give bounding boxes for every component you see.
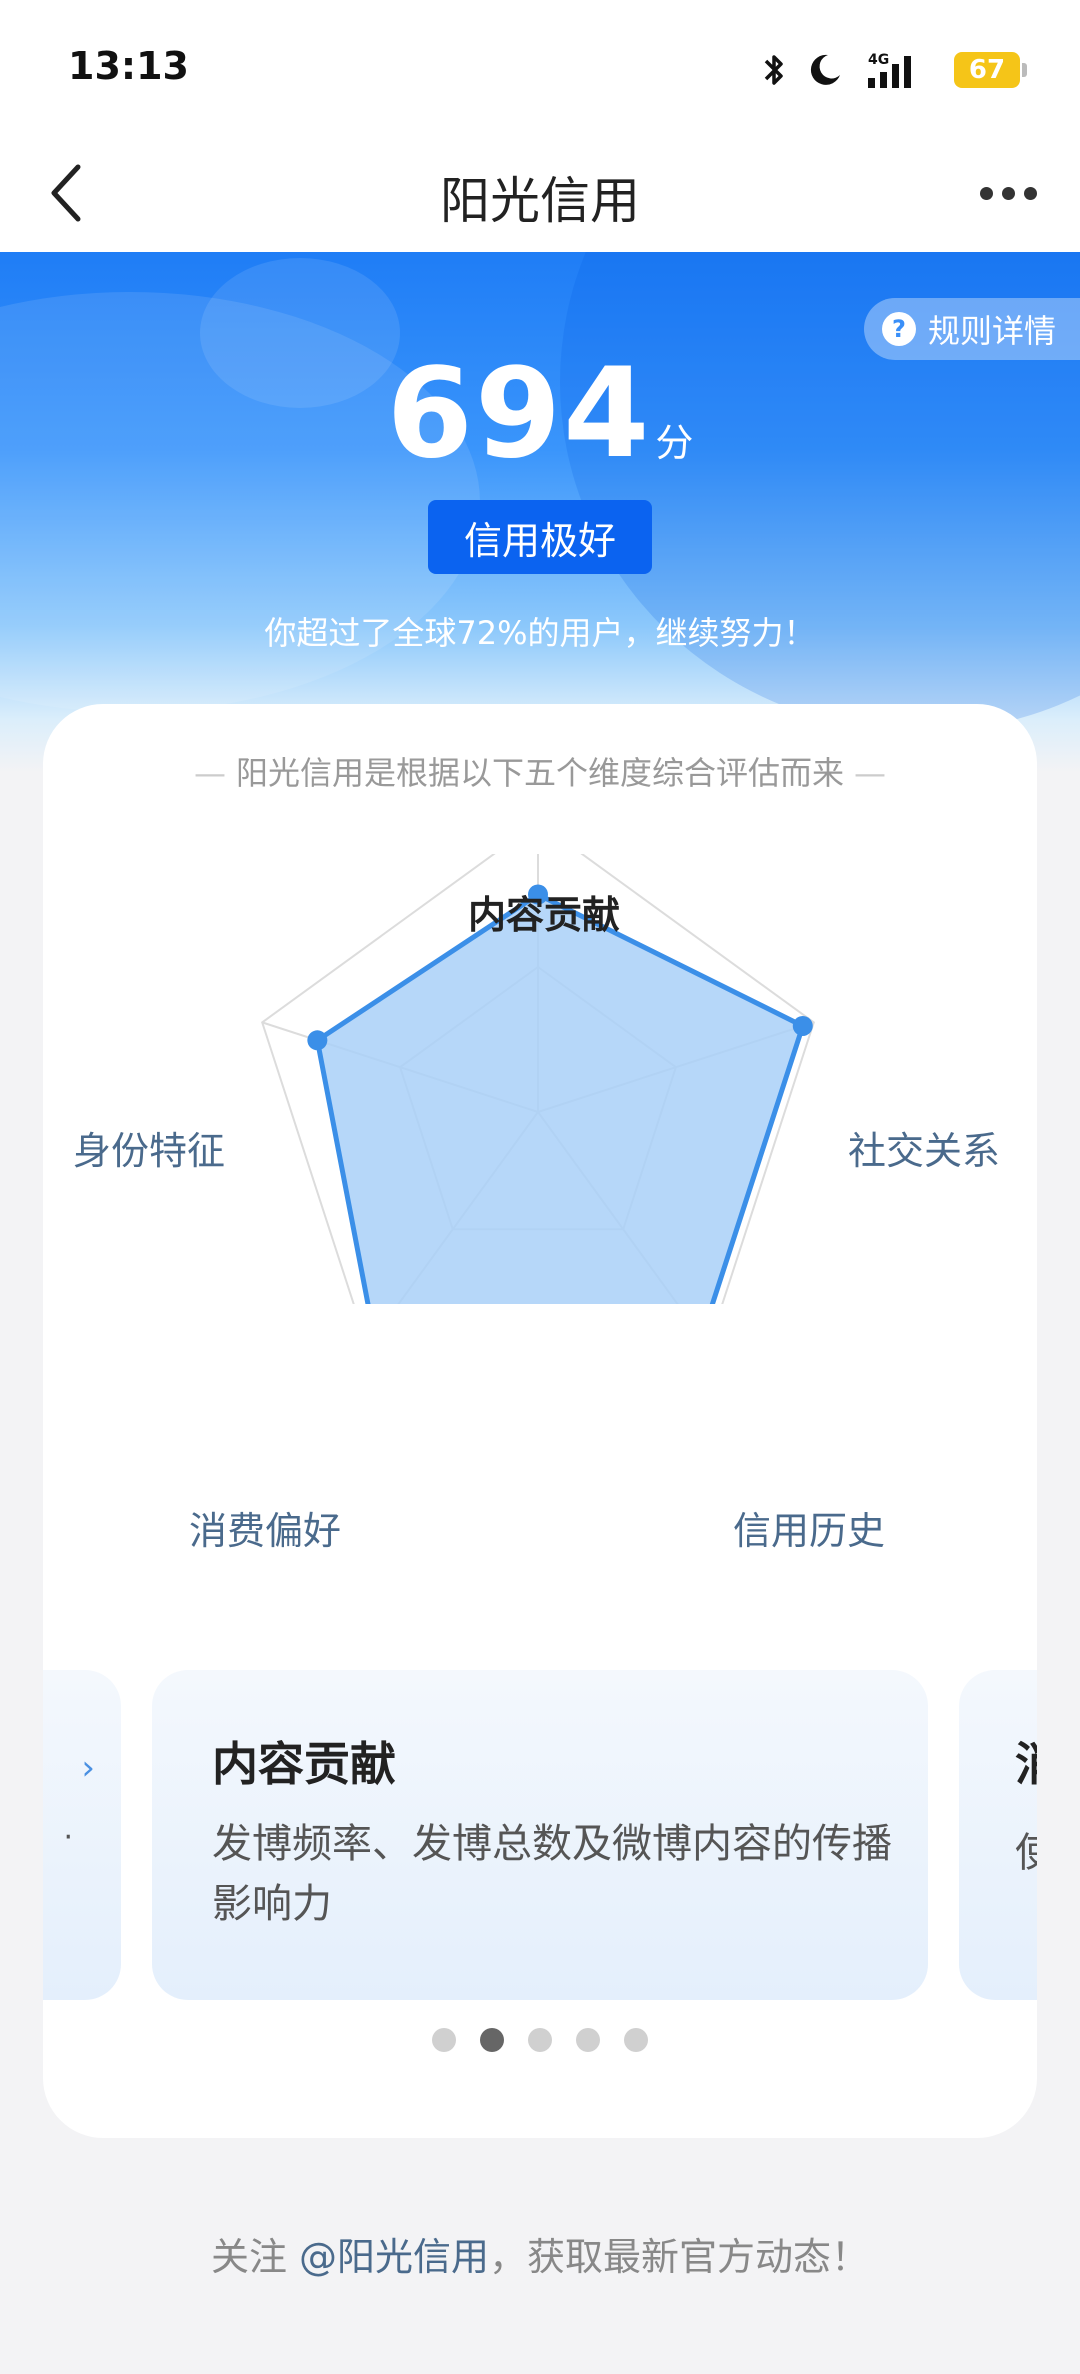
next-title-fragment: 消 [1015, 1728, 1037, 1794]
more-dot [1001, 186, 1015, 200]
signal-icon: 4G [868, 52, 911, 88]
radar-area [314, 892, 806, 1304]
page-title: 阳光信用 [440, 172, 640, 230]
footer-follow-text: 关注 @阳光信用，获取最新官方动态！ [0, 2226, 1080, 2281]
nav-bar: 阳光信用 [0, 135, 1080, 252]
radar-label-identity[interactable]: 身份特征 [73, 1120, 225, 1175]
footer-prefix: 关注 [210, 2235, 300, 2279]
dimension-title: 内容贡献 [212, 1737, 396, 1791]
prev-desc-fragment: · [63, 1820, 73, 1855]
radar-label-consumption[interactable]: 消费偏好 [189, 1500, 341, 1555]
next-desc-fragment: 使 [1015, 1830, 1037, 1876]
carousel-card-next[interactable]: 消 使 [959, 1670, 1037, 2000]
carousel-card-prev[interactable]: › · [43, 1670, 121, 2000]
more-button[interactable] [960, 155, 1056, 231]
card-subtitle: — 阳光信用是根据以下五个维度综合评估而来 — [193, 754, 886, 792]
question-icon: ? [882, 312, 916, 346]
pager-dot[interactable] [432, 2028, 456, 2052]
chevron-right-icon: › [81, 1748, 95, 1788]
credit-level-badge: 信用极好 [428, 500, 652, 574]
battery-icon: 67 [954, 52, 1027, 88]
carousel-card-current[interactable]: 内容贡献 发博频率、发博总数及微博内容的传播影响力 [152, 1670, 928, 2000]
official-account-link[interactable]: @阳光信用 [299, 2235, 489, 2279]
status-time: 13:13 [68, 44, 189, 88]
pager-dot[interactable] [528, 2028, 552, 2052]
radar-point [307, 1030, 328, 1051]
score-unit: 分 [655, 421, 694, 465]
more-dot [1023, 186, 1037, 200]
radar-label-social[interactable]: 社交关系 [848, 1120, 1000, 1175]
radar-label-content[interactable]: 内容贡献 [468, 884, 620, 939]
moon-icon [810, 54, 840, 85]
radar-point [792, 1015, 813, 1036]
bluetooth-icon [764, 55, 783, 85]
pager-dot[interactable] [624, 2028, 648, 2052]
ranking-note: 你超过了全球72%的用户，继续努力！ [264, 614, 816, 652]
score-hero: ? 规则详情 694 分 信用极好 你超过了全球72%的用户，继续努力！ [0, 252, 1080, 772]
footer-suffix: ，获取最新官方动态！ [489, 2235, 870, 2279]
status-bar: 13:13 4G 67 [0, 0, 1080, 135]
dimension-description: 发博频率、发博总数及微博内容的传播影响力 [212, 1821, 892, 1927]
carousel-pager [43, 2028, 1037, 2052]
radar-label-history[interactable]: 信用历史 [733, 1500, 885, 1555]
credit-score: 694 分 [0, 342, 1080, 486]
dimension-card: — 阳光信用是根据以下五个维度综合评估而来 — 内容贡献 社交关系 信用历史 消费偏… [43, 704, 1037, 2138]
network-type-label: 4G [868, 52, 889, 68]
more-dot [979, 186, 993, 200]
pager-dot[interactable] [576, 2028, 600, 2052]
card-subtitle-text: 阳光信用是根据以下五个维度综合评估而来 [235, 754, 844, 792]
status-icons: 4G 67 [762, 46, 1027, 94]
pager-dot[interactable] [480, 2028, 504, 2052]
score-value: 694 [386, 342, 652, 486]
battery-level: 67 [968, 55, 1006, 85]
